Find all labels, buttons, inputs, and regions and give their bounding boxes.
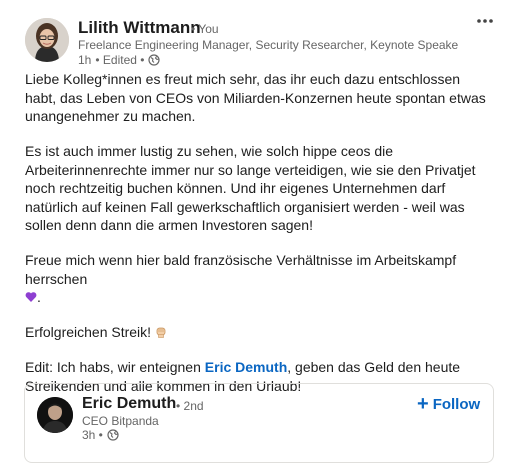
post-body: Liebe Kolleg*innen es freut mich sehr, d… bbox=[25, 70, 495, 412]
profile-avatar[interactable] bbox=[37, 397, 73, 433]
post-meta: 1h • Edited • bbox=[78, 53, 161, 67]
post-paragraph: Freue mich wenn hier bald französische V… bbox=[25, 251, 495, 307]
purple-heart-icon bbox=[25, 289, 37, 302]
post-paragraph: Erfolgreichen Streik! bbox=[25, 323, 495, 342]
follow-button[interactable]: + Follow bbox=[417, 393, 480, 415]
post-paragraph-text: Freue mich wenn hier bald französische V… bbox=[25, 252, 457, 287]
follow-label: Follow bbox=[432, 395, 481, 413]
profile-meta: 3h • bbox=[82, 428, 119, 442]
profile-name[interactable]: Eric Demuth bbox=[82, 395, 176, 413]
profile-title: CEO Bitpanda bbox=[82, 414, 159, 428]
globe-icon bbox=[148, 54, 161, 66]
connection-degree: • 2nd bbox=[176, 399, 204, 413]
more-options-button[interactable] bbox=[474, 10, 496, 32]
post-paragraph-text: Erfolgreichen Streik! bbox=[25, 324, 152, 340]
more-horizontal-icon bbox=[477, 19, 493, 23]
post-paragraph-text: Edit: Ich habs, wir enteignen bbox=[25, 359, 205, 375]
author-avatar[interactable] bbox=[25, 18, 69, 62]
connection-degree: • You bbox=[191, 22, 219, 36]
mention-link[interactable]: Eric Demuth bbox=[205, 359, 287, 375]
author-headline: Freelance Engineering Manager, Security … bbox=[78, 38, 458, 52]
feed-post: Lilith Wittmann • You Freelance Engineer… bbox=[0, 0, 521, 463]
post-paragraph: Liebe Kolleg*innen es freut mich sehr, d… bbox=[25, 71, 486, 124]
globe-icon bbox=[107, 429, 119, 441]
profile-avatar-image bbox=[37, 397, 73, 433]
mentioned-profile-card: Eric Demuth • 2nd CEO Bitpanda 3h • + Fo… bbox=[24, 383, 494, 463]
author-avatar-image bbox=[25, 18, 69, 62]
post-paragraph: Es ist auch immer lustig zu sehen, wie s… bbox=[25, 143, 476, 233]
post-edited-label: • Edited • bbox=[95, 53, 145, 67]
post-paragraph-end: . bbox=[37, 289, 41, 305]
plus-icon: + bbox=[417, 393, 429, 415]
post-header: Lilith Wittmann • You Freelance Engineer… bbox=[0, 0, 521, 67]
post-time: 1h bbox=[78, 53, 92, 67]
profile-time: 3h • bbox=[82, 428, 103, 442]
author-name[interactable]: Lilith Wittmann bbox=[78, 18, 201, 38]
raised-fist-icon bbox=[155, 324, 167, 338]
